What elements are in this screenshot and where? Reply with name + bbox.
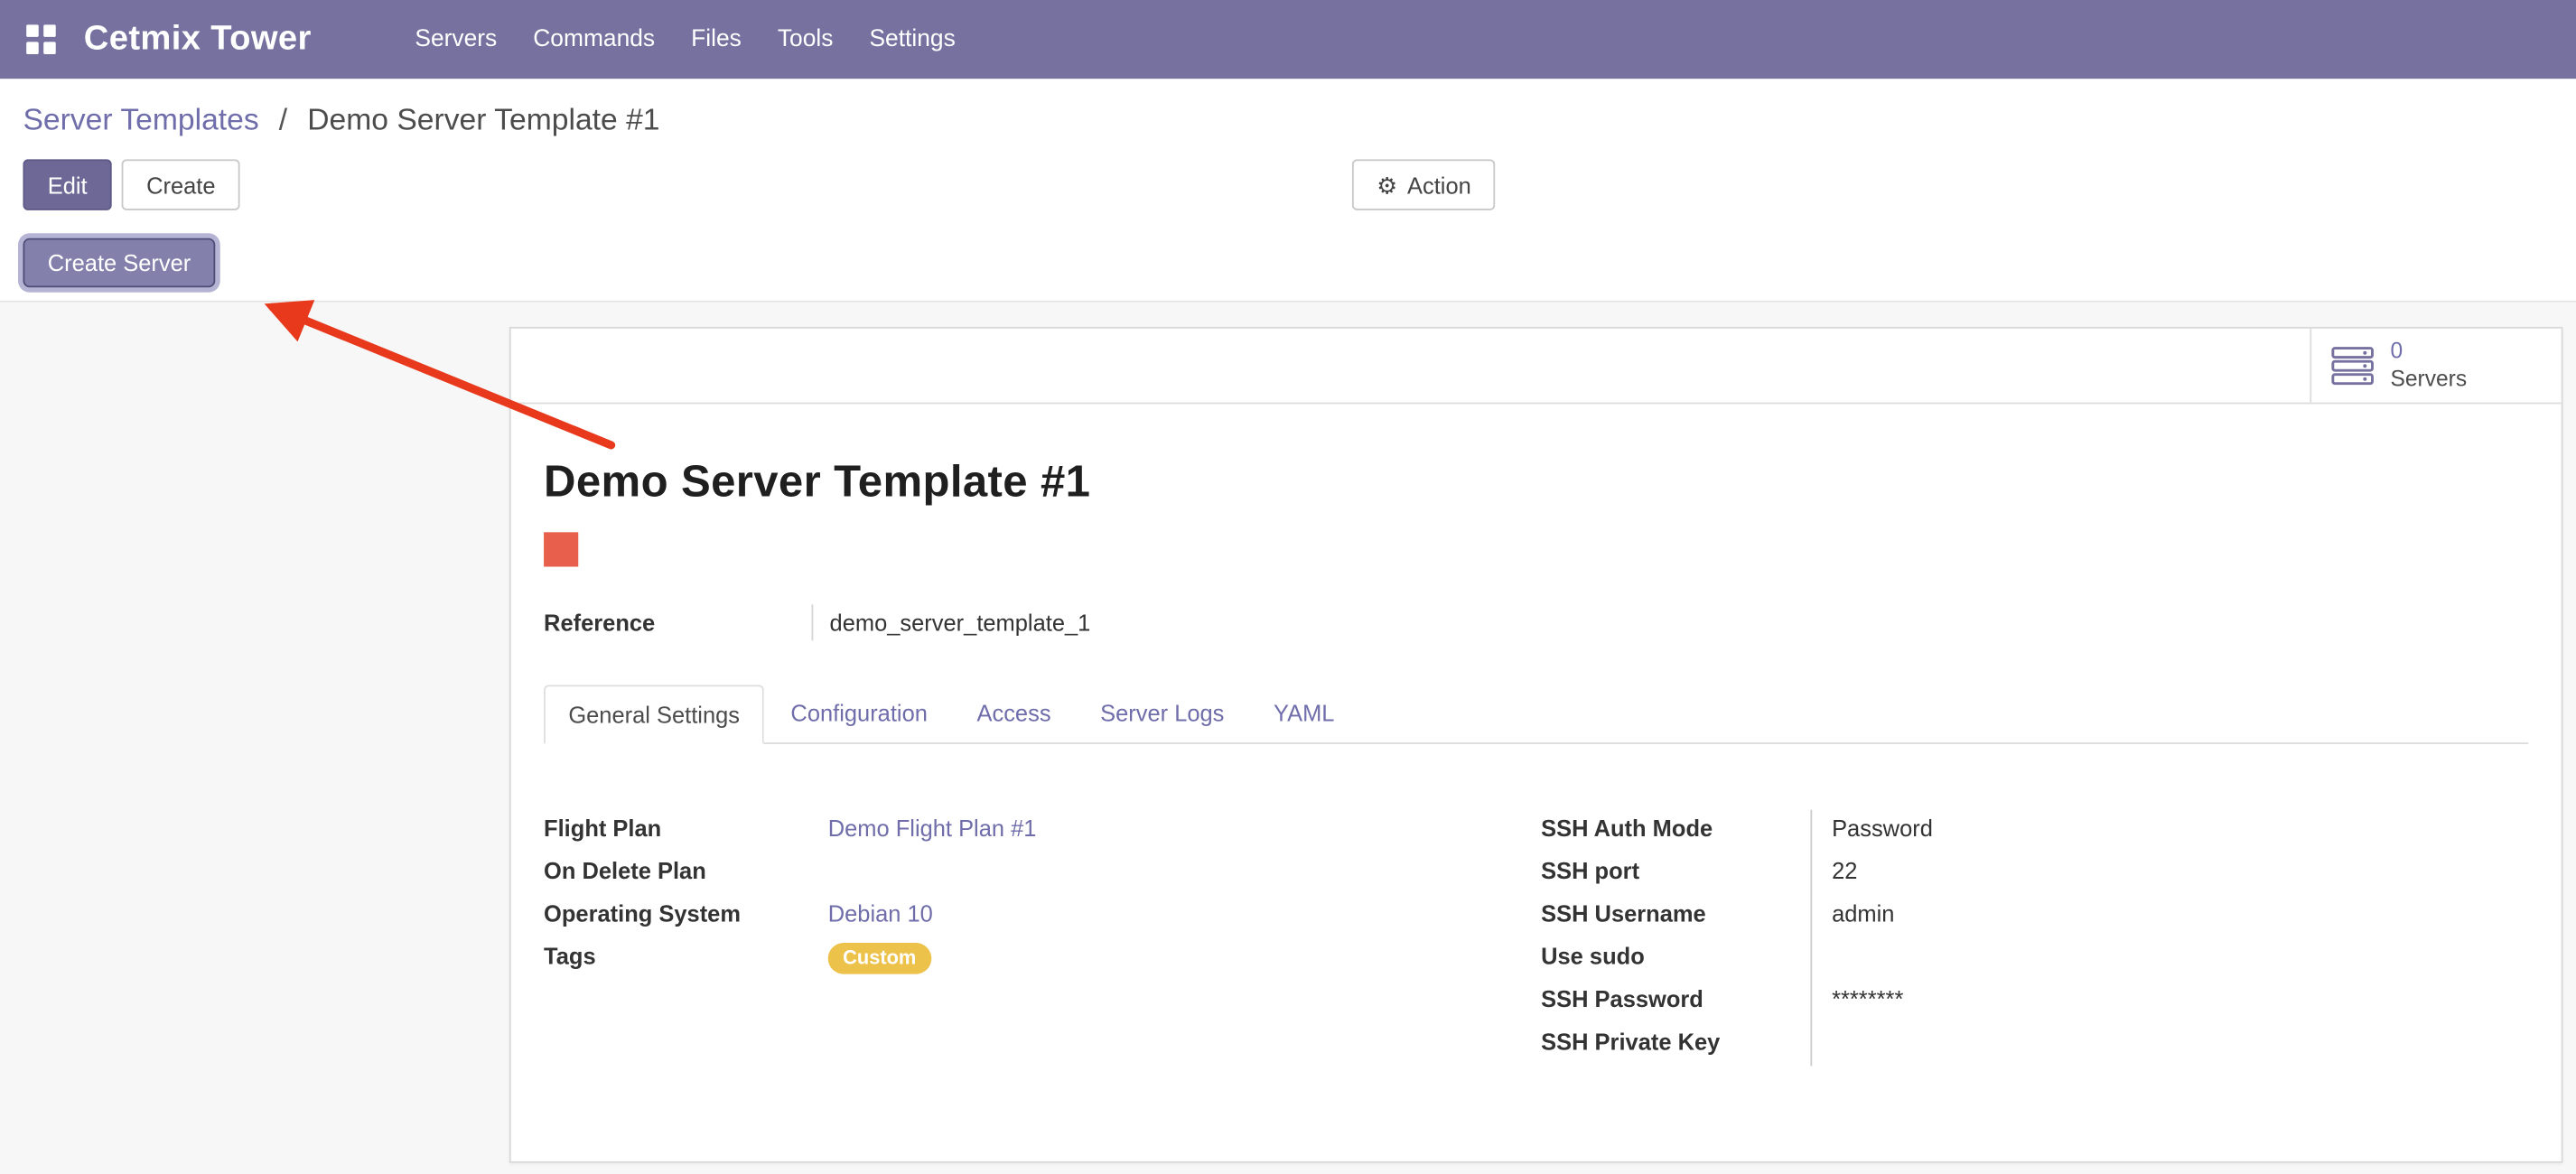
color-swatch: [544, 532, 578, 566]
field-row-ssh-password: SSH Password ********: [1541, 981, 2528, 1023]
breadcrumb-separator: /: [279, 102, 287, 136]
field-row-operating-system: Operating System Debian 10: [544, 895, 1541, 937]
control-panel-buttons: Edit Create ⚙ Action: [23, 159, 2576, 210]
field-row-tags: Tags Custom: [544, 938, 1541, 981]
record-title: Demo Server Template #1: [544, 457, 2528, 508]
create-server-button[interactable]: Create Server: [23, 238, 215, 288]
field-row-ssh-port: SSH port 22: [1541, 853, 2528, 895]
nav-item-commands[interactable]: Commands: [515, 4, 673, 76]
field-value-operating-system[interactable]: Debian 10: [828, 900, 933, 927]
app-brand[interactable]: Cetmix Tower: [84, 20, 312, 60]
field-label-tags: Tags: [544, 938, 828, 981]
field-row-ssh-auth-mode: SSH Auth Mode Password: [1541, 810, 2528, 853]
field-value-flight-plan[interactable]: Demo Flight Plan #1: [828, 815, 1037, 841]
app-window: Cetmix Tower Servers Commands Files Tool…: [0, 0, 2576, 1174]
action-button-label: Action: [1407, 172, 1471, 198]
nav-item-settings[interactable]: Settings: [851, 4, 973, 76]
field-row-flight-plan: Flight Plan Demo Flight Plan #1: [544, 810, 1541, 853]
breadcrumb-current: Demo Server Template #1: [307, 102, 659, 136]
stat-value: 0: [2390, 338, 2467, 366]
top-navbar: Cetmix Tower Servers Commands Files Tool…: [0, 0, 2576, 79]
tab-configuration[interactable]: Configuration: [768, 685, 950, 742]
tab-yaml[interactable]: YAML: [1251, 685, 1358, 742]
server-stack-icon: [2331, 346, 2374, 386]
form-sheet: 0 Servers Demo Server Template #1 Refere…: [509, 327, 2563, 1163]
main-menu: Servers Commands Files Tools Settings: [397, 4, 973, 76]
tab-access[interactable]: Access: [954, 685, 1074, 742]
field-label-on-delete-plan: On Delete Plan: [544, 853, 828, 895]
field-label-operating-system: Operating System: [544, 895, 828, 937]
field-label-ssh-auth-mode: SSH Auth Mode: [1541, 810, 1810, 853]
field-label-ssh-password: SSH Password: [1541, 981, 1810, 1023]
field-value-ssh-auth-mode: Password: [1810, 810, 2528, 853]
field-label-ssh-username: SSH Username: [1541, 895, 1810, 937]
stat-label: Servers: [2390, 366, 2467, 394]
field-label-flight-plan: Flight Plan: [544, 810, 828, 853]
stat-button-row: 0 Servers: [511, 329, 2562, 405]
page-body: 0 Servers Demo Server Template #1 Refere…: [0, 303, 2576, 1174]
apps-grid-icon[interactable]: [26, 24, 56, 54]
field-row-use-sudo: Use sudo: [1541, 938, 2528, 981]
form-group-left: Flight Plan Demo Flight Plan #1 On Delet…: [544, 810, 1541, 1067]
tag-badge-custom: Custom: [828, 943, 931, 974]
control-panel: Server Templates / Demo Server Template …: [0, 79, 2576, 302]
field-value-ssh-password: ********: [1810, 981, 2528, 1023]
field-value-ssh-private-key: [1810, 1023, 2528, 1066]
field-value-reference: demo_server_template_1: [812, 604, 1091, 640]
action-button[interactable]: ⚙ Action: [1352, 159, 1496, 210]
notebook-tabs: General Settings Configuration Access Se…: [544, 685, 2528, 743]
tab-content-general-settings: Flight Plan Demo Flight Plan #1 On Delet…: [544, 810, 2528, 1067]
field-row-ssh-private-key: SSH Private Key: [1541, 1023, 2528, 1066]
field-label-use-sudo: Use sudo: [1541, 938, 1810, 981]
field-label-ssh-private-key: SSH Private Key: [1541, 1023, 1810, 1066]
field-value-ssh-username: admin: [1810, 895, 2528, 937]
field-label-ssh-port: SSH port: [1541, 853, 1810, 895]
header-button-row: Create Server: [23, 238, 2576, 288]
tab-server-logs[interactable]: Server Logs: [1078, 685, 1247, 742]
nav-item-files[interactable]: Files: [673, 4, 760, 76]
field-row-reference: Reference demo_server_template_1: [544, 604, 2528, 640]
edit-button[interactable]: Edit: [23, 159, 111, 210]
form-group-right: SSH Auth Mode Password SSH port 22 SSH U…: [1541, 810, 2528, 1067]
breadcrumb: Server Templates / Demo Server Template …: [0, 79, 2576, 137]
field-value-use-sudo: [1810, 938, 2528, 981]
nav-item-servers[interactable]: Servers: [397, 4, 515, 76]
field-label-reference: Reference: [544, 604, 811, 640]
field-row-ssh-username: SSH Username admin: [1541, 895, 2528, 937]
servers-stat-button[interactable]: 0 Servers: [2310, 329, 2561, 403]
nav-item-tools[interactable]: Tools: [760, 4, 852, 76]
gear-icon: ⚙: [1377, 173, 1397, 196]
field-row-on-delete-plan: On Delete Plan: [544, 853, 1541, 895]
breadcrumb-parent-link[interactable]: Server Templates: [23, 102, 258, 136]
field-value-ssh-port: 22: [1810, 853, 2528, 895]
create-button[interactable]: Create: [122, 159, 240, 210]
tab-general-settings[interactable]: General Settings: [544, 685, 764, 743]
